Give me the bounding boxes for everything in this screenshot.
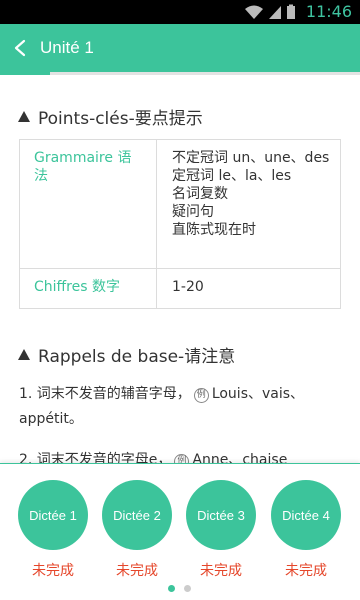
dictee-item: Dictée 1 未完成 bbox=[18, 480, 88, 580]
page-dot[interactable] bbox=[168, 585, 175, 592]
page-title: Unité 1 bbox=[40, 38, 94, 57]
value-line: 直陈式现在时 bbox=[172, 222, 256, 238]
dictee-4-button[interactable]: Dictée 4 bbox=[271, 480, 341, 550]
signal-icon bbox=[269, 6, 281, 19]
table-row: Chiffres 数字 1-20 bbox=[19, 268, 341, 309]
status-time: 11:46 bbox=[305, 2, 352, 21]
lesson-content[interactable]: Points-clés-要点提示 Grammaire 语法 不定冠词 un、un… bbox=[0, 75, 360, 463]
page-dot[interactable] bbox=[184, 585, 191, 592]
points-cles-table: Grammaire 语法 不定冠词 un、une、des 定冠词 le、la、l… bbox=[19, 139, 341, 309]
app-bar: Unité 1 bbox=[0, 24, 360, 72]
value-line: 1-20 bbox=[172, 279, 204, 295]
dictee-2-button[interactable]: Dictée 2 bbox=[102, 480, 172, 550]
value-line: 不定冠词 un、une、des bbox=[172, 150, 330, 166]
page-indicator bbox=[168, 585, 191, 592]
rappel-text: 2. 词末不发音的字母e， bbox=[19, 452, 172, 463]
chevron-left-icon[interactable] bbox=[12, 39, 30, 57]
rappels-heading-text: Rappels de base-请注意 bbox=[38, 347, 236, 367]
example-badge-icon: 例 bbox=[193, 388, 209, 403]
dictee-item: Dictée 2 未完成 bbox=[102, 480, 172, 580]
table-key: Grammaire 语法 bbox=[19, 139, 157, 269]
table-value: 不定冠词 un、une、des 定冠词 le、la、les 名词复数 疑问句 直… bbox=[156, 139, 341, 269]
dictee-item: Dictée 4 未完成 bbox=[271, 480, 341, 580]
dictee-status: 未完成 bbox=[32, 563, 74, 579]
value-line: 疑问句 bbox=[172, 204, 214, 220]
rappel-examples: Anne、chaise bbox=[192, 452, 288, 463]
triangle-up-icon bbox=[18, 349, 30, 360]
dictee-status: 未完成 bbox=[285, 563, 327, 579]
points-cles-heading-text: Points-clés-要点提示 bbox=[38, 109, 203, 129]
dictee-panel: Dictée 1 未完成 Dictée 2 未完成 Dictée 3 未完成 D… bbox=[0, 463, 360, 600]
rappel-item: 1. 词末不发音的辅音字母，例 Louis、vais、appétit。 bbox=[19, 382, 339, 432]
wifi-icon bbox=[245, 5, 263, 19]
value-line: 名词复数 bbox=[172, 186, 228, 202]
status-bar: 11:46 bbox=[0, 0, 360, 24]
triangle-up-icon bbox=[18, 111, 30, 122]
rappel-item: 2. 词末不发音的字母e，例 Anne、chaise bbox=[19, 448, 339, 463]
table-key: Chiffres 数字 bbox=[19, 268, 157, 309]
status-icons bbox=[244, 4, 296, 20]
table-value: 1-20 bbox=[156, 268, 341, 309]
dictee-3-button[interactable]: Dictée 3 bbox=[186, 480, 256, 550]
dictee-status: 未完成 bbox=[200, 563, 242, 579]
example-badge-icon: 例 bbox=[174, 454, 190, 463]
rappel-text: 1. 词末不发音的辅音字母， bbox=[19, 386, 191, 402]
dictee-item: Dictée 3 未完成 bbox=[186, 480, 256, 580]
rappels-heading: Rappels de base-请注意 bbox=[18, 342, 235, 367]
dictee-1-button[interactable]: Dictée 1 bbox=[18, 480, 88, 550]
points-cles-heading: Points-clés-要点提示 bbox=[18, 104, 203, 129]
dictee-status: 未完成 bbox=[116, 563, 158, 579]
value-line: 定冠词 le、la、les bbox=[172, 168, 292, 184]
battery-icon bbox=[287, 4, 295, 19]
table-row: Grammaire 语法 不定冠词 un、une、des 定冠词 le、la、l… bbox=[19, 139, 341, 269]
